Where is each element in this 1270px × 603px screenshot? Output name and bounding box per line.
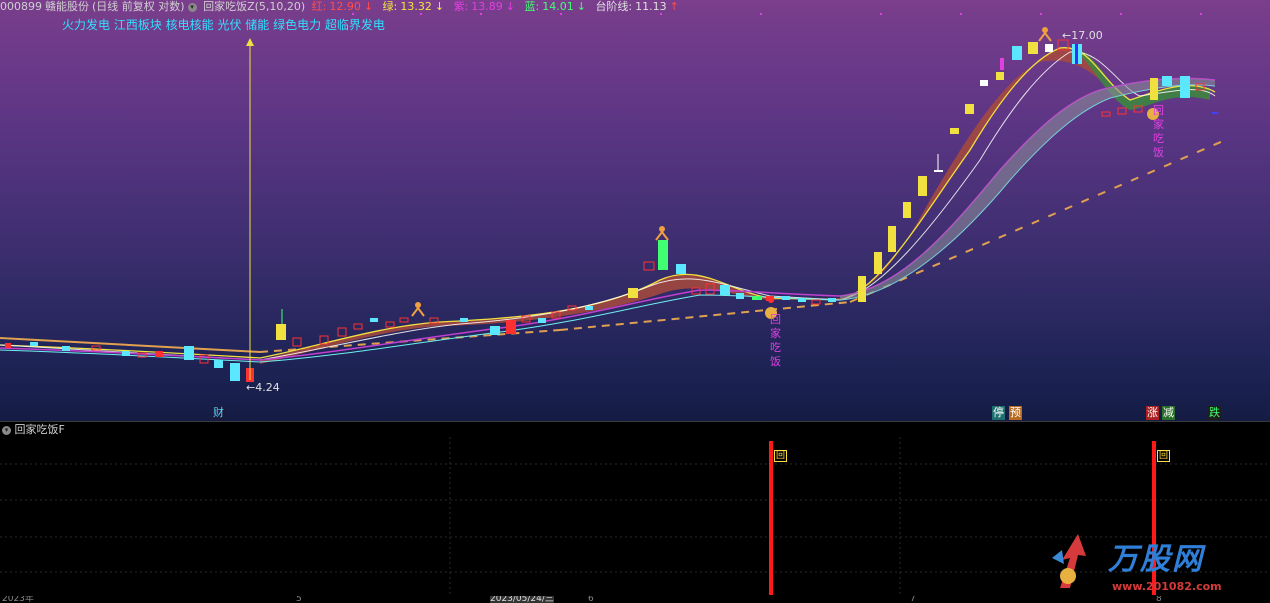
axis-year: 2023年 xyxy=(2,596,34,603)
candles xyxy=(5,39,1218,382)
top-date-ticks xyxy=(352,13,1202,15)
watermark-logo: 万股网 www.201082.com xyxy=(1050,528,1250,594)
watermark-url: www.201082.com xyxy=(1112,580,1222,593)
signal-label-right: 回 xyxy=(1157,450,1171,462)
signal-bar-left xyxy=(769,441,773,595)
signal-label-left: 回 xyxy=(774,450,788,462)
date-axis: 2023年 5 2023/05/24/三 6 7 8 xyxy=(0,596,1270,603)
axis-month-7: 7 xyxy=(910,596,916,603)
sub-indicator-header: ▾ 回家吃饭F xyxy=(0,421,1270,438)
event-marker-limit-down[interactable]: 跌 xyxy=(1208,406,1221,420)
event-marker-halt[interactable]: 停 xyxy=(992,406,1005,420)
signal-text-right: 回 家 吃 饭 xyxy=(1153,104,1164,159)
axis-cursor-date: 2023/05/24/三 xyxy=(490,596,554,603)
event-marker-forecast[interactable]: 预 xyxy=(1009,406,1022,420)
watermark-title: 万股网 xyxy=(1108,542,1204,577)
high-price-annotation: ←17.00 xyxy=(1062,29,1103,42)
ma-yellow xyxy=(0,47,1216,359)
red-dot-marker xyxy=(768,297,774,303)
watermark-arrow-icon xyxy=(1052,534,1086,588)
sub-indicator-name[interactable]: 回家吃饭F xyxy=(15,423,65,436)
axis-month-5: 5 xyxy=(296,596,302,603)
crosshair-arrow-icon xyxy=(246,38,254,46)
axis-month-8: 8 xyxy=(1156,596,1162,603)
signal-text-left: 回 家 吃 饭 xyxy=(770,313,781,368)
axis-month-6: 6 xyxy=(588,596,594,603)
event-marker-limit-up[interactable]: 涨 xyxy=(1146,406,1159,420)
ma-purple xyxy=(0,77,1216,361)
candlestick-chart[interactable] xyxy=(0,0,1270,421)
step-line xyxy=(0,137,1231,353)
main-chart-panel[interactable]: 000899 赣能股份 (日线 前复权 对数) ▾ 回家吃饭Z(5,10,20) 红:… xyxy=(0,0,1270,421)
sub-indicator-dropdown-icon[interactable]: ▾ xyxy=(2,425,11,435)
event-marker-reduce[interactable]: 减 xyxy=(1162,406,1175,420)
event-marker-finance[interactable]: 财 xyxy=(212,406,225,420)
low-price-annotation: ←4.24 xyxy=(246,381,280,394)
